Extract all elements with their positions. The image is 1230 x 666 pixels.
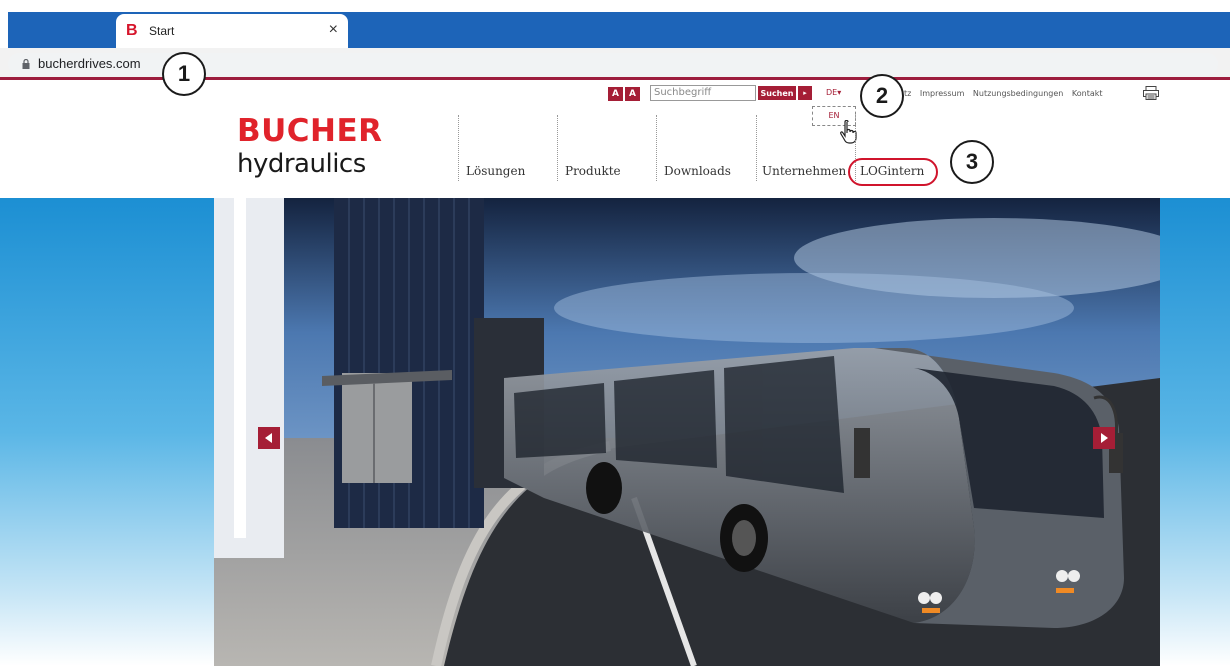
nav-item-loesungen[interactable]: Lösungen: [466, 164, 525, 178]
slider-next-button[interactable]: [1093, 427, 1115, 449]
logintern-highlight: [848, 158, 938, 186]
nav-divider: [656, 115, 657, 181]
callout-1: 1: [162, 52, 206, 96]
tab-title: Start: [149, 24, 175, 38]
caret-down-icon: ▾: [837, 88, 842, 97]
language-select[interactable]: DE▾: [826, 88, 841, 97]
browser-tabbar: B Start ×: [0, 0, 1230, 48]
link-datenschutz[interactable]: tz: [904, 89, 911, 98]
link-kontakt[interactable]: Kontakt: [1072, 89, 1103, 98]
lock-icon: [22, 59, 30, 69]
hero-side-background-right: [1160, 198, 1230, 666]
hero-slider-image: [214, 198, 1160, 666]
logo-bucher[interactable]: BUCHER: [237, 113, 383, 149]
nav-divider: [557, 115, 558, 181]
nav-divider: [756, 115, 757, 181]
nav-divider: [458, 115, 459, 181]
hand-pointer-icon: [840, 120, 857, 144]
chevron-right-icon: [1101, 433, 1108, 443]
slider-prev-button[interactable]: [258, 427, 280, 449]
callout-3: 3: [950, 140, 994, 184]
search-arrow-icon[interactable]: ▸: [798, 86, 812, 100]
nav-item-produkte[interactable]: Produkte: [565, 164, 621, 178]
nav-item-downloads[interactable]: Downloads: [664, 164, 731, 178]
browser-tab[interactable]: B Start ×: [116, 14, 348, 48]
link-impressum[interactable]: Impressum: [920, 89, 964, 98]
url-text: bucherdrives.com: [38, 56, 141, 71]
nav-item-unternehmen[interactable]: Unternehmen: [762, 164, 846, 178]
favicon-icon: B: [126, 22, 138, 39]
font-size-small-button[interactable]: A: [608, 87, 623, 101]
search-button[interactable]: Suchen: [758, 86, 796, 100]
hero-side-background-left: [0, 198, 214, 666]
search-input[interactable]: Suchbegriff: [650, 85, 756, 101]
link-nutzungsbedingungen[interactable]: Nutzungsbedingungen: [973, 89, 1063, 98]
font-size-large-button[interactable]: A: [625, 87, 640, 101]
utility-links: tz Impressum Nutzungsbedingungen Kontakt: [904, 89, 1109, 98]
language-selected: DE: [826, 88, 838, 97]
logo-hydraulics[interactable]: hydraulics: [237, 149, 366, 179]
callout-2: 2: [860, 74, 904, 118]
bus-illustration: [214, 198, 1160, 666]
chevron-left-icon: [265, 433, 272, 443]
tab-close-button[interactable]: ×: [329, 21, 338, 39]
printer-icon[interactable]: [1143, 86, 1159, 100]
